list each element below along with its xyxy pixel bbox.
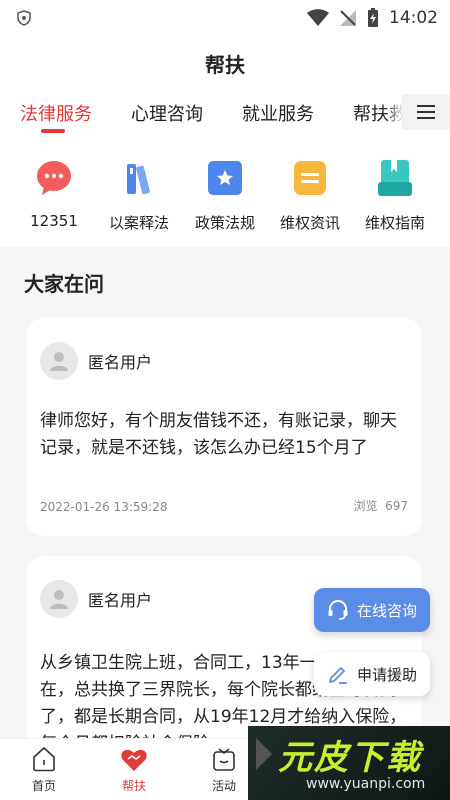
- watermark-url: www.yuanpi.com: [306, 776, 426, 792]
- section-title: 大家在问: [24, 272, 104, 296]
- headset-icon: [328, 599, 348, 620]
- category-rights-news[interactable]: 维权资讯: [267, 158, 353, 233]
- app-header: 帮扶: [0, 36, 450, 90]
- question-card[interactable]: 匿名用户 律师您好，有个朋友借钱不还，有账记录，聊天记录，就是不还钱，该怎么办已…: [26, 318, 422, 536]
- category-label: 以案释法: [108, 214, 169, 232]
- category-label: 维权指南: [364, 214, 425, 232]
- page-title: 帮扶: [205, 52, 245, 77]
- question-author: 匿名用户: [40, 342, 152, 380]
- nav-label: 首页: [31, 779, 56, 793]
- avatar: [40, 580, 78, 618]
- category-label: 12351: [30, 212, 78, 230]
- category-12351[interactable]: 12351: [11, 158, 97, 230]
- tab-menu-button[interactable]: [402, 94, 450, 130]
- shield-icon: [17, 10, 31, 26]
- category-case-law[interactable]: 以案释法: [96, 158, 182, 233]
- question-date: 2022-01-26 13:59:28: [40, 500, 168, 514]
- online-consult-button[interactable]: 在线咨询: [314, 588, 430, 632]
- author-name: 匿名用户: [88, 591, 153, 610]
- status-bar: 14:02: [0, 0, 450, 36]
- category-label: 维权资讯: [279, 214, 340, 232]
- tab-assistance[interactable]: 帮扶救: [353, 100, 407, 126]
- user-avatar-icon: [50, 352, 68, 371]
- battery-charging-icon: [368, 8, 378, 27]
- nav-label: 活动: [211, 779, 236, 793]
- edit-pencil-icon: [329, 667, 347, 684]
- watermark-logo: 元皮下载 www.yuanpi.com: [248, 726, 450, 800]
- category-rights-guide[interactable]: 维权指南: [352, 158, 438, 233]
- category-policy-regulations[interactable]: 政策法规: [182, 158, 268, 233]
- nav-label: 帮扶: [121, 779, 146, 793]
- user-avatar-icon: [50, 590, 68, 609]
- question-author: 匿名用户: [40, 580, 152, 618]
- category-label: 政策法规: [194, 214, 255, 232]
- helping-hands-icon: [121, 749, 147, 771]
- view-number: 697: [385, 499, 408, 513]
- avatar: [40, 342, 78, 380]
- watermark-brand: 元皮下载: [278, 738, 422, 778]
- news-icon: [294, 161, 326, 195]
- nav-home[interactable]: 首页: [9, 745, 79, 794]
- apply-assistance-label: 申请援助: [356, 665, 417, 684]
- star-document-icon: [208, 161, 242, 195]
- play-arrow-icon: [256, 738, 272, 770]
- guide-box-icon: [378, 160, 412, 196]
- activity-icon: [213, 748, 235, 771]
- no-signal-icon: [340, 10, 356, 26]
- apply-assistance-button[interactable]: 申请援助: [314, 652, 430, 696]
- hamburger-menu-icon: [417, 105, 435, 119]
- author-name: 匿名用户: [88, 353, 153, 372]
- active-tab-indicator: [41, 129, 65, 133]
- question-text: 律师您好，有个朋友借钱不还，有账记录，聊天记录，就是不还钱，该怎么办已经15个月…: [40, 411, 397, 458]
- category-tabs: 法律服务 心理咨询 就业服务 帮扶救: [0, 90, 450, 142]
- chat-bubble-icon: [37, 161, 71, 195]
- tab-employment-service[interactable]: 就业服务: [242, 100, 314, 126]
- tab-psychological-counseling[interactable]: 心理咨询: [131, 100, 203, 126]
- service-categories: 12351 以案释法 政策法规 维权资讯 维权指南: [0, 142, 450, 247]
- nav-help[interactable]: 帮扶: [99, 745, 169, 794]
- online-consult-label: 在线咨询: [356, 601, 417, 620]
- status-time: 14:02: [389, 8, 438, 28]
- wifi-icon: [307, 9, 329, 26]
- view-label: 浏览: [353, 499, 378, 513]
- view-count: 浏览 697: [353, 497, 408, 514]
- home-icon: [33, 746, 55, 772]
- tab-legal-service[interactable]: 法律服务: [20, 100, 92, 126]
- books-icon: [127, 164, 150, 195]
